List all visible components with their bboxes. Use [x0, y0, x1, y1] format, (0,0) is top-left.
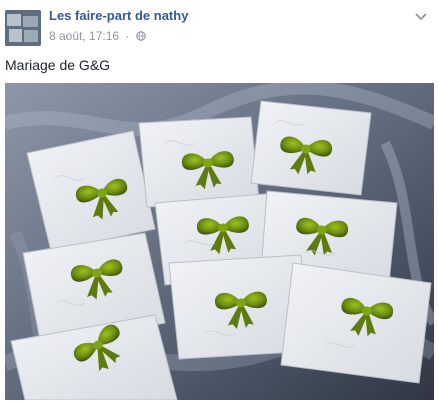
invitation-card — [26, 130, 156, 252]
invitation-card — [250, 100, 372, 196]
author-name[interactable]: Les faire-part de nathy — [49, 8, 188, 23]
invitation-card — [280, 262, 432, 384]
post-photo[interactable] — [5, 83, 434, 400]
post-meta: 8 août, 17:16 · — [49, 29, 146, 43]
invitation-card — [138, 116, 260, 208]
post-header: Les faire-part de nathy 8 août, 17:16 · — [5, 8, 430, 48]
post-date[interactable]: 8 août, 17:16 — [49, 29, 119, 43]
meta-separator: · — [125, 29, 130, 43]
post-caption: Mariage de G&G — [5, 57, 111, 73]
avatar-image — [5, 10, 41, 46]
globe-icon[interactable] — [135, 31, 146, 41]
chevron-down-icon[interactable] — [412, 10, 430, 24]
invitations-photo — [5, 83, 434, 400]
avatar[interactable] — [5, 10, 41, 46]
